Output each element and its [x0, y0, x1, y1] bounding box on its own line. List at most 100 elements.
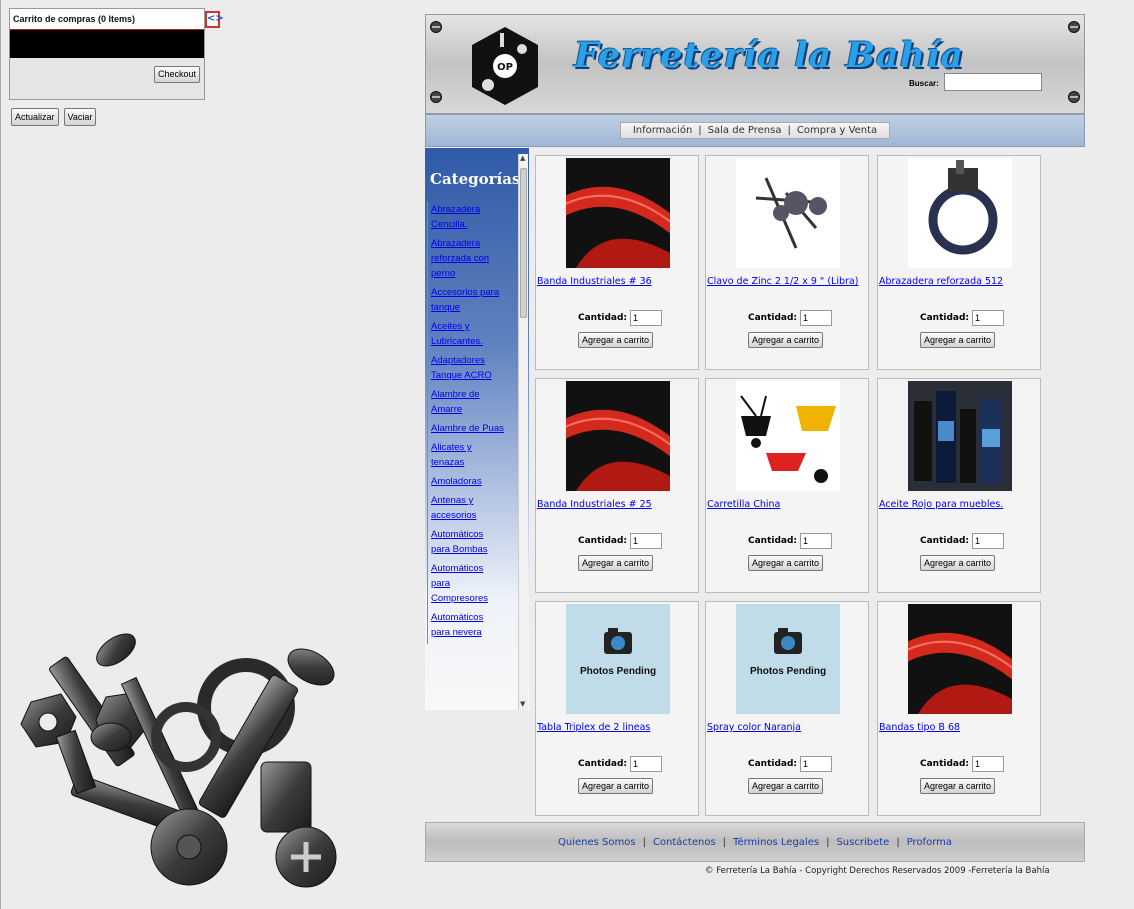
quantity-input[interactable]	[800, 310, 833, 326]
category-link-text: Automáticos	[431, 563, 484, 574]
categories-list: Abrazadera Cencilla. Abrazadera reforzada c…	[427, 202, 517, 644]
red-band-icon[interactable]	[566, 381, 670, 491]
add-to-cart-button[interactable]: Agregar a carrito	[578, 332, 654, 348]
empty-cart-button[interactable]: Vaciar	[63, 108, 97, 126]
category-link[interactable]: Alicates y tenazas	[428, 440, 517, 470]
category-link-text: Adaptadores	[431, 355, 485, 366]
category-link[interactable]: Alambre de Puas	[428, 421, 517, 436]
footer-link-quienes-somos[interactable]: Quienes Somos	[551, 837, 643, 848]
category-link-text: Lubricantes.	[431, 336, 483, 347]
logo-icon: OP	[472, 27, 538, 105]
category-link-text: para	[431, 578, 451, 589]
add-to-cart-button[interactable]: Agregar a carrito	[578, 555, 654, 571]
add-to-cart-button[interactable]: Agregar a carrito	[920, 555, 996, 571]
category-link[interactable]: Abrazadera reforzada con perno	[428, 236, 517, 281]
add-to-cart-button[interactable]: Agregar a carrito	[578, 778, 654, 794]
category-link[interactable]: Automáticos para nevera	[428, 610, 517, 640]
red-band-icon[interactable]	[908, 604, 1012, 714]
quantity-label: Cantidad:	[748, 536, 798, 546]
scroll-up-arrow-icon[interactable]: ▲	[520, 154, 525, 162]
quantity-label: Cantidad:	[920, 536, 970, 546]
product-name-link[interactable]: Abrazadera reforzada 512	[879, 276, 1003, 287]
update-cart-button[interactable]: Actualizar	[11, 108, 59, 126]
category-link[interactable]: Alambre de Amarre	[428, 387, 517, 417]
product-name-link[interactable]: Banda Industriales # 36	[537, 276, 652, 287]
nav-link-sala-de-prensa[interactable]: Sala de Prensa	[702, 125, 788, 136]
add-to-cart-button[interactable]: Agregar a carrito	[920, 778, 996, 794]
quantity-row: Cantidad:	[920, 533, 1005, 549]
site-header: OP Ferretería la Bahía Buscar:	[425, 14, 1085, 114]
quantity-row: Cantidad:	[578, 756, 663, 772]
sidebar-scrollbar[interactable]: ▲ ▼	[518, 154, 528, 710]
nav-link-compra-y-venta[interactable]: Compra y Venta	[791, 125, 883, 136]
category-link[interactable]: Automáticos para Bombas	[428, 527, 517, 557]
scroll-thumb[interactable]	[520, 168, 527, 318]
quantity-row: Cantidad:	[748, 310, 833, 326]
category-link-text: Aceites y	[431, 321, 470, 332]
product-name-link[interactable]: Banda Industriales # 25	[537, 499, 652, 510]
search-input[interactable]	[944, 73, 1042, 91]
product-name-link[interactable]: Carretilla China	[707, 499, 780, 510]
bolts-and-nuts-image	[20, 633, 337, 888]
quantity-input[interactable]	[630, 310, 663, 326]
scroll-down-arrow-icon[interactable]: ▼	[520, 700, 525, 708]
quantity-input[interactable]	[800, 533, 833, 549]
product-card: Carretilla China Cantidad: Agregar a carri…	[705, 378, 869, 593]
quantity-input[interactable]	[972, 756, 1005, 772]
category-link[interactable]: Abrazadera Cencilla.	[428, 202, 517, 232]
search-label: Buscar:	[909, 79, 939, 88]
red-band-icon[interactable]	[566, 158, 670, 268]
category-link[interactable]: Amoladoras	[428, 474, 517, 489]
photos-pending-icon[interactable]: Photos Pending	[736, 604, 840, 714]
product-name-link[interactable]: Bandas tipo B 68	[879, 722, 960, 733]
category-link-text: Abrazadera	[431, 204, 481, 215]
quantity-label: Cantidad:	[578, 536, 628, 546]
footer-link-suscribete[interactable]: Suscribete	[829, 837, 896, 848]
wheelbarrow-icon[interactable]	[736, 381, 840, 491]
photos-pending-icon[interactable]: Photos Pending	[566, 604, 670, 714]
product-name-link[interactable]: Spray color Naranja	[707, 722, 801, 733]
category-link[interactable]: Antenas y accesorios	[428, 493, 517, 523]
copyright-text: © Ferretería La Bahía - Copyright Derech…	[705, 866, 1050, 876]
quantity-input[interactable]	[972, 310, 1005, 326]
nails-icon[interactable]	[736, 158, 840, 268]
quantity-input[interactable]	[972, 533, 1005, 549]
add-to-cart-button[interactable]: Agregar a carrito	[920, 332, 996, 348]
category-link-text: Automáticos	[431, 612, 484, 623]
screw-icon	[430, 21, 442, 33]
oil-bottles-icon[interactable]	[908, 381, 1012, 491]
category-link-text: perno	[431, 268, 456, 279]
quantity-row: Cantidad:	[920, 756, 1005, 772]
product-name-link[interactable]: Clavo de Zinc 2 1/2 x 9 " (Libra)	[707, 276, 858, 287]
add-to-cart-button[interactable]: Agregar a carrito	[748, 778, 824, 794]
quantity-input[interactable]	[800, 756, 833, 772]
footer-link-proforma[interactable]: Proforma	[900, 837, 959, 848]
footer-link-contactenos[interactable]: Contáctenos	[646, 837, 723, 848]
category-link-text: Abrazadera	[431, 238, 481, 249]
category-link[interactable]: Adaptadores Tanque ACRO	[428, 353, 517, 383]
category-link-text: Accesorios para	[431, 287, 500, 298]
category-link[interactable]: Accesorios para tanque	[428, 285, 517, 315]
add-to-cart-button[interactable]: Agregar a carrito	[748, 332, 824, 348]
footer-link-terminos-legales[interactable]: Términos Legales	[726, 837, 826, 848]
category-link[interactable]: Aceites y Lubricantes.	[428, 319, 517, 349]
add-to-cart-button[interactable]: Agregar a carrito	[748, 555, 824, 571]
quantity-label: Cantidad:	[578, 759, 628, 769]
product-card: Photos Pending Tabla Triplex de 2 lineas C…	[535, 601, 699, 816]
cart-toggle-icon[interactable]: <>	[205, 11, 224, 28]
quantity-label: Cantidad:	[920, 759, 970, 769]
nav-link-informacion[interactable]: Información	[627, 125, 698, 136]
clamp-icon[interactable]	[908, 158, 1012, 268]
category-link-text: Amoladoras	[431, 476, 482, 487]
category-link[interactable]: Automáticos para Compresores	[428, 561, 517, 606]
quantity-label: Cantidad:	[920, 313, 970, 323]
product-name-link[interactable]: Tabla Triplex de 2 lineas	[537, 722, 650, 733]
category-link-text: Alicates y	[431, 442, 472, 453]
photos-pending-label: Photos Pending	[750, 666, 826, 677]
quantity-input[interactable]	[630, 756, 663, 772]
product-card: Bandas tipo B 68 Cantidad: Agregar a carri…	[877, 601, 1041, 816]
checkout-button[interactable]: Checkout	[153, 66, 200, 83]
quantity-input[interactable]	[630, 533, 663, 549]
category-link-text: Tanque ACRO	[431, 370, 492, 381]
product-name-link[interactable]: Aceite Rojo para muebles.	[879, 499, 1003, 510]
